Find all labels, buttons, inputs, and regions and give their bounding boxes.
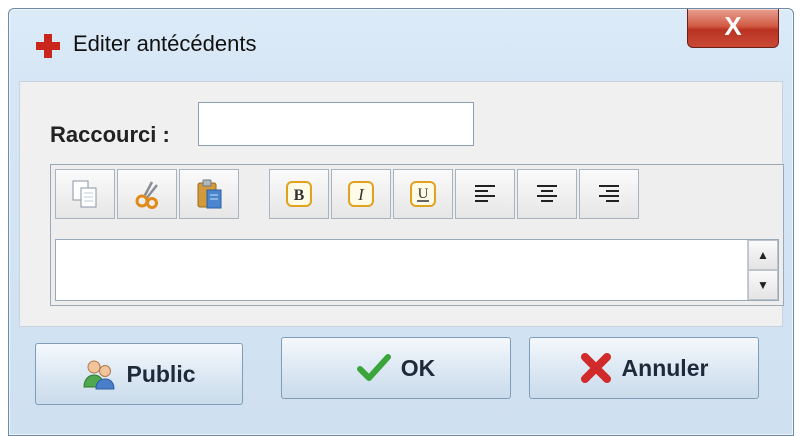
cancel-label: Annuler bbox=[621, 354, 709, 381]
title-bar[interactable]: Editer antécédents X bbox=[9, 9, 793, 79]
vertical-scrollbar[interactable]: ▲ ▼ bbox=[747, 240, 778, 300]
public-label: Public bbox=[126, 360, 196, 387]
rich-text-editor: B I U ▲ ▼ bbox=[50, 164, 784, 306]
align-left-button[interactable] bbox=[455, 169, 515, 219]
paste-button[interactable] bbox=[179, 169, 239, 219]
red-x-icon bbox=[580, 353, 611, 383]
svg-text:B: B bbox=[294, 187, 305, 204]
bold-button[interactable]: B bbox=[269, 169, 329, 219]
underline-button[interactable]: U bbox=[393, 169, 453, 219]
shortcut-label: Raccourci : bbox=[50, 122, 170, 147]
scroll-down-button[interactable]: ▼ bbox=[748, 270, 778, 300]
align-center-icon bbox=[537, 185, 557, 202]
public-button[interactable]: Public bbox=[35, 343, 243, 405]
align-right-icon bbox=[599, 185, 619, 202]
scissors-icon bbox=[135, 181, 158, 209]
copy-button[interactable] bbox=[55, 169, 115, 219]
scroll-up-button[interactable]: ▲ bbox=[748, 240, 778, 270]
align-left-icon bbox=[475, 185, 495, 202]
bold-icon: B bbox=[286, 181, 312, 207]
italic-button[interactable]: I bbox=[331, 169, 391, 219]
red-cross-icon bbox=[36, 34, 60, 58]
align-center-button[interactable] bbox=[517, 169, 577, 219]
cut-button[interactable] bbox=[117, 169, 177, 219]
ok-button[interactable]: OK bbox=[281, 337, 511, 399]
italic-icon: I bbox=[348, 181, 374, 207]
editor-text-area[interactable]: ▲ ▼ bbox=[55, 239, 779, 301]
ok-label: OK bbox=[400, 354, 436, 381]
users-icon bbox=[83, 360, 115, 390]
svg-text:U: U bbox=[418, 186, 429, 202]
window-title: Editer antécédents bbox=[73, 31, 257, 56]
copy-icon bbox=[72, 180, 97, 208]
form-panel: Raccourci : B I U ▲ ▼ bbox=[19, 81, 784, 327]
dialog-window: Editer antécédents X Raccourci : B I U ▲… bbox=[8, 8, 794, 436]
cancel-button[interactable]: Annuler bbox=[529, 337, 759, 399]
align-right-button[interactable] bbox=[579, 169, 639, 219]
shortcut-input[interactable] bbox=[198, 102, 474, 146]
checkmark-icon bbox=[356, 354, 391, 381]
close-button[interactable]: X bbox=[687, 9, 779, 48]
underline-icon: U bbox=[410, 181, 436, 207]
clipboard-icon bbox=[197, 179, 222, 209]
